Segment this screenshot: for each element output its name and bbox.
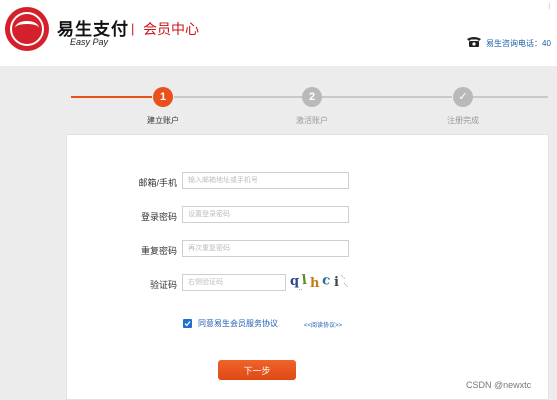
captcha-char: h — [310, 276, 320, 291]
read-agreement-link[interactable]: <<阅读协议>> — [304, 320, 342, 329]
step-3-label: 注册完成 — [447, 116, 479, 125]
header: 易生支付 Easy Pay | 会员中心 易生咨询电话：40 ⁝ — [0, 0, 557, 66]
email-label: 邮箱/手机 — [138, 178, 177, 188]
repeat-password-input[interactable] — [182, 240, 349, 257]
checkmark-icon — [184, 321, 191, 327]
captcha-char: i — [334, 275, 339, 290]
captcha-char: l — [301, 273, 308, 288]
repeat-password-label: 重复密码 — [140, 246, 177, 256]
next-step-button[interactable]: 下一步 — [218, 360, 296, 380]
agree-checkbox[interactable] — [183, 319, 192, 328]
registration-form: 邮箱/手机 登录密码 重复密码 验证码 q l h c i 同意易生会员服务协议… — [66, 134, 549, 400]
step-line — [472, 96, 548, 98]
captcha-char: c — [321, 273, 331, 289]
step-3-check-icon: ✓ — [453, 87, 473, 107]
registration-steps: 1 2 ✓ 建立账户 激活账户 注册完成 — [0, 66, 557, 132]
agree-terms-label[interactable]: 同意易生会员服务协议 — [198, 318, 278, 329]
captcha-label: 验证码 — [149, 280, 177, 290]
window-menu-icon[interactable]: ⁝ — [548, 2, 551, 11]
page-title: 会员中心 — [143, 21, 199, 37]
step-line — [322, 96, 452, 98]
logo-dragon-shape — [15, 21, 39, 35]
step-line — [174, 96, 302, 98]
step-1-circle: 1 — [153, 87, 173, 107]
step-line-active — [71, 96, 152, 98]
csdn-watermark: CSDN @newxtc — [466, 380, 532, 390]
step-2-circle: 2 — [302, 87, 322, 107]
email-phone-input[interactable] — [182, 172, 349, 189]
captcha-input[interactable] — [182, 274, 286, 291]
easypay-logo-icon[interactable] — [5, 7, 49, 51]
hotline-text: 易生咨询电话：40 — [486, 39, 551, 48]
captcha-image[interactable]: q l h c i — [289, 270, 351, 292]
captcha-char: q — [290, 274, 299, 289]
telephone-icon — [467, 37, 481, 47]
password-label: 登录密码 — [140, 212, 177, 222]
step-1-label: 建立账户 — [147, 116, 179, 125]
password-input[interactable] — [182, 206, 349, 223]
header-separator: | — [131, 21, 135, 36]
brand-english-name: Easy Pay — [70, 37, 109, 47]
step-2-label: 激活账户 — [296, 116, 328, 125]
